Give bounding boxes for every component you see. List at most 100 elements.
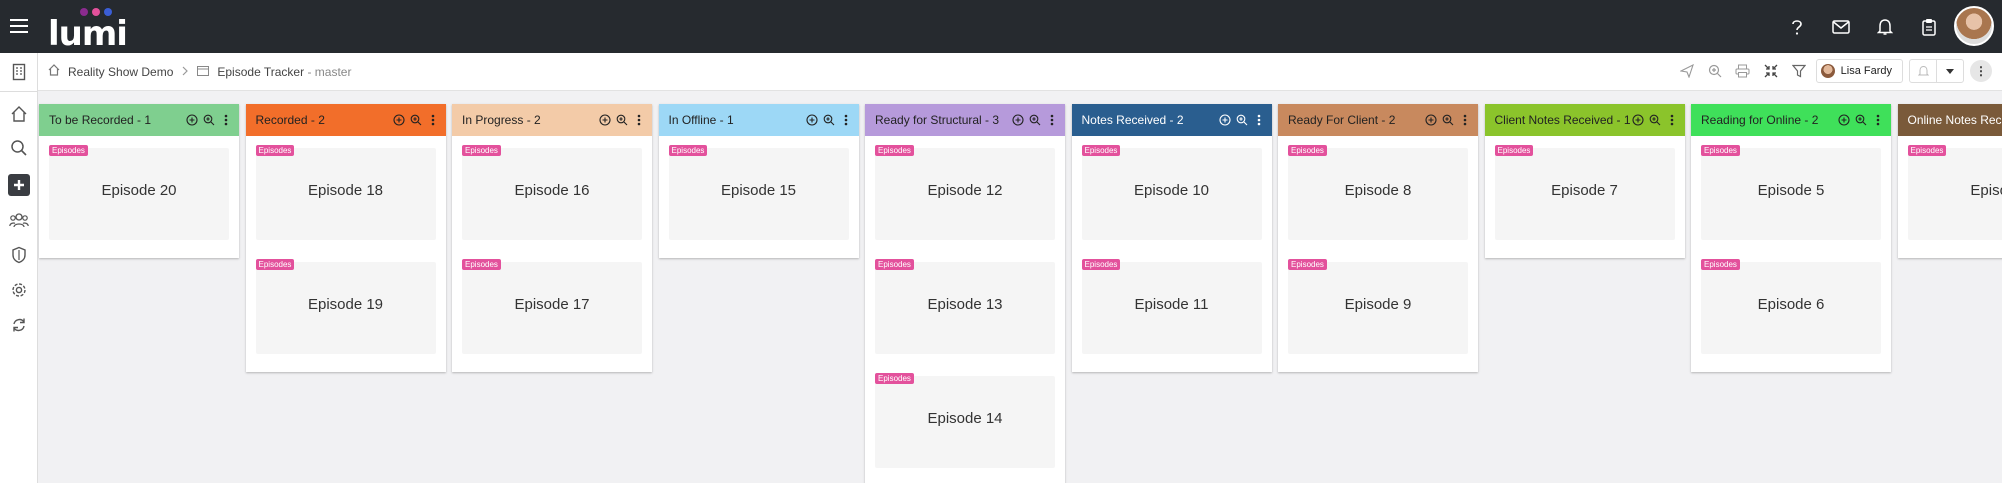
zoom-icon[interactable] bbox=[1441, 113, 1455, 127]
episode-card[interactable]: Episodes Episode 10 bbox=[1075, 142, 1268, 246]
breadcrumb-page[interactable]: Episode Tracker bbox=[217, 65, 304, 79]
logo-text: lumi bbox=[48, 14, 128, 54]
column-header[interactable]: In Offline - 1 bbox=[658, 104, 859, 136]
add-card-icon[interactable] bbox=[598, 113, 612, 127]
zoom-icon[interactable] bbox=[822, 113, 836, 127]
column-header[interactable]: Recorded - 2 bbox=[245, 104, 446, 136]
column-header[interactable]: Online Notes Received bbox=[1897, 104, 2002, 136]
episode-card[interactable]: Episodes Episode 14 bbox=[869, 370, 1061, 474]
episode-card[interactable]: Episodes Episode 19 bbox=[249, 256, 442, 360]
clipboard-icon[interactable] bbox=[1918, 16, 1940, 38]
board-column: Reading for Online - 2 Episodes Episode 5E… bbox=[1691, 104, 1891, 372]
more-options-icon[interactable]: ⋮ bbox=[1970, 60, 1992, 82]
episodes-tag: Episodes bbox=[875, 145, 914, 156]
column-header[interactable]: Ready for Structural - 3 bbox=[865, 104, 1065, 136]
user-filter-chip[interactable]: Lisa Fardy bbox=[1815, 59, 1903, 83]
zoom-icon[interactable] bbox=[1854, 113, 1868, 127]
add-card-icon[interactable] bbox=[185, 113, 199, 127]
add-card-icon[interactable] bbox=[1424, 113, 1438, 127]
column-card-list: Episodes Episode 7 bbox=[1484, 136, 1685, 258]
episode-card[interactable]: Episodes Episode 18 bbox=[249, 142, 442, 246]
gear-icon[interactable] bbox=[8, 279, 30, 301]
episode-card[interactable]: Episodes Episode 8 bbox=[1282, 142, 1474, 246]
collapse-icon[interactable] bbox=[1760, 60, 1782, 82]
board-column: To be Recorded - 1 Episodes Episode 20 bbox=[39, 104, 239, 258]
building-icon[interactable] bbox=[8, 61, 30, 83]
shield-icon[interactable] bbox=[8, 244, 30, 266]
column-title: Online Notes Received bbox=[1907, 113, 2002, 127]
zoom-in-icon[interactable] bbox=[1704, 60, 1726, 82]
more-vertical-icon[interactable] bbox=[632, 113, 646, 127]
episode-card[interactable]: Episodes Episode 13 bbox=[869, 256, 1061, 360]
episode-card[interactable]: Episodes Episode 7 bbox=[1488, 142, 1681, 246]
episode-card[interactable]: Episodes Episode 20 bbox=[43, 142, 235, 246]
episode-card[interactable]: Episodes Episode 16 bbox=[456, 142, 648, 246]
add-card-icon[interactable] bbox=[1631, 113, 1645, 127]
user-avatar[interactable] bbox=[1954, 6, 1994, 46]
more-vertical-icon[interactable] bbox=[1665, 113, 1679, 127]
episodes-tag: Episodes bbox=[875, 373, 914, 384]
breadcrumb-bar: Reality Show Demo Episode Tracker - mast… bbox=[38, 53, 2002, 91]
zoom-icon[interactable] bbox=[615, 113, 629, 127]
episode-card[interactable]: Episodes Episode bbox=[1901, 142, 2002, 246]
add-card-icon[interactable] bbox=[1218, 113, 1232, 127]
episode-card[interactable]: Episodes Episode 6 bbox=[1695, 256, 1887, 360]
column-header[interactable]: Notes Received - 2 bbox=[1071, 104, 1272, 136]
breadcrumb-project[interactable]: Reality Show Demo bbox=[68, 65, 173, 79]
more-vertical-icon[interactable] bbox=[1252, 113, 1266, 127]
bell-icon[interactable] bbox=[1874, 16, 1896, 38]
print-icon[interactable] bbox=[1732, 60, 1754, 82]
more-vertical-icon[interactable] bbox=[426, 113, 440, 127]
mail-icon[interactable] bbox=[1830, 16, 1852, 38]
zoom-icon[interactable] bbox=[409, 113, 423, 127]
add-card-icon[interactable] bbox=[1011, 113, 1025, 127]
bell-icon[interactable] bbox=[1910, 60, 1936, 82]
episode-card[interactable]: Episodes Episode 11 bbox=[1075, 256, 1268, 360]
top-bar: lumi bbox=[0, 0, 2002, 54]
episode-card[interactable]: Episodes Episode 12 bbox=[869, 142, 1061, 246]
column-card-list: Episodes Episode bbox=[1897, 136, 2002, 258]
more-vertical-icon[interactable] bbox=[1458, 113, 1472, 127]
more-vertical-icon[interactable] bbox=[219, 113, 233, 127]
zoom-icon[interactable] bbox=[202, 113, 216, 127]
zoom-icon[interactable] bbox=[1028, 113, 1042, 127]
recycle-icon[interactable] bbox=[8, 314, 30, 336]
column-header[interactable]: Reading for Online - 2 bbox=[1691, 104, 1891, 136]
add-card-icon[interactable] bbox=[805, 113, 819, 127]
notification-split-button bbox=[1909, 59, 1964, 83]
more-vertical-icon[interactable] bbox=[1871, 113, 1885, 127]
zoom-icon[interactable] bbox=[1235, 113, 1249, 127]
board-column: Notes Received - 2 Episodes Episode 10 Epis… bbox=[1071, 104, 1272, 372]
more-vertical-icon[interactable] bbox=[1045, 113, 1059, 127]
column-header[interactable]: To be Recorded - 1 bbox=[39, 104, 239, 136]
column-header[interactable]: Client Notes Received - 1 bbox=[1484, 104, 1685, 136]
home-icon[interactable] bbox=[8, 103, 30, 125]
column-header[interactable]: Ready For Client - 2 bbox=[1278, 104, 1478, 136]
add-icon[interactable] bbox=[8, 174, 30, 196]
caret-down-icon[interactable] bbox=[1937, 60, 1963, 82]
episode-card[interactable]: Episodes Episode 17 bbox=[456, 256, 648, 360]
column-header[interactable]: In Progress - 2 bbox=[452, 104, 652, 136]
episode-card[interactable]: Episodes Episode 15 bbox=[662, 142, 855, 246]
help-icon[interactable] bbox=[1786, 16, 1808, 38]
add-card-icon[interactable] bbox=[1837, 113, 1851, 127]
card-title: Episode 12 bbox=[927, 182, 1003, 199]
send-icon[interactable] bbox=[1676, 60, 1698, 82]
more-vertical-icon[interactable] bbox=[839, 113, 853, 127]
card-title: Episode 6 bbox=[1757, 296, 1825, 313]
episodes-tag: Episodes bbox=[1494, 145, 1534, 156]
hamburger-menu-icon[interactable] bbox=[10, 15, 28, 37]
search-icon[interactable] bbox=[8, 137, 30, 159]
zoom-icon[interactable] bbox=[1648, 113, 1662, 127]
users-icon[interactable] bbox=[8, 209, 30, 231]
filter-icon[interactable] bbox=[1788, 60, 1810, 82]
lumi-logo[interactable]: lumi bbox=[48, 6, 128, 54]
episode-card[interactable]: Episodes Episode 9 bbox=[1282, 256, 1474, 360]
episode-card[interactable]: Episodes Episode 5 bbox=[1695, 142, 1887, 246]
user-avatar-small bbox=[1820, 64, 1835, 78]
add-card-icon[interactable] bbox=[392, 113, 406, 127]
episodes-tag: Episodes bbox=[1701, 259, 1740, 270]
episodes-tag: Episodes bbox=[1701, 145, 1740, 156]
home-icon[interactable] bbox=[48, 64, 60, 79]
column-card-list: Episodes Episode 20 bbox=[39, 136, 239, 258]
